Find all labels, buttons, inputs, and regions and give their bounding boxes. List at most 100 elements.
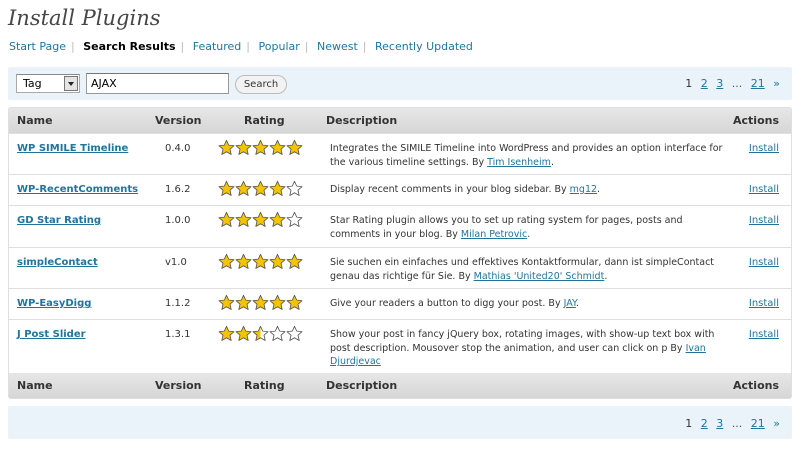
star-filled-icon [235,294,252,310]
page-dots: ... [731,77,743,90]
plugin-version: 0.4.0 [165,143,191,154]
page-current: 1 [685,417,693,430]
star-half-icon [252,325,269,341]
plugin-description: Display recent comments in your blog sid… [330,184,601,195]
column-header-rating: Rating [244,114,285,127]
star-filled-icon [269,294,286,310]
star-filled-icon [218,139,235,155]
search-type-value: Tag [23,77,42,90]
star-filled-icon [252,139,269,155]
search-input[interactable] [86,73,229,94]
star-filled-icon [218,180,235,196]
column-footer-name: Name [17,379,53,392]
star-filled-icon [252,253,269,269]
page-link-2[interactable]: 2 [701,417,708,430]
search-button[interactable]: Search [235,75,287,94]
install-link[interactable]: Install [749,329,779,340]
column-footer-rating: Rating [244,379,285,392]
star-rating [218,325,303,342]
star-empty-icon [286,180,303,196]
star-rating [218,211,303,228]
star-filled-icon [252,294,269,310]
star-filled-icon [218,211,235,227]
star-filled-icon [252,180,269,196]
plugin-author-link[interactable]: Milan Petrovic [461,229,527,240]
star-filled-icon [269,253,286,269]
subnav-popular[interactable]: Popular [259,40,300,53]
star-filled-icon [218,253,235,269]
table-row: WP-EasyDigg 1.1.2 Give your readers a bu… [9,288,791,319]
star-filled-icon [235,253,252,269]
star-filled-icon [218,325,235,341]
install-link[interactable]: Install [749,215,779,226]
subnav-search-results[interactable]: Search Results [83,40,175,53]
pagination-top: 1 2 3 ... 21 » [680,77,780,90]
star-rating [218,180,303,197]
plugin-name-link[interactable]: J Post Slider [17,329,86,340]
plugin-author-link[interactable]: Mathias 'United20' Schmidt [474,271,605,282]
table-row: WP-RecentComments 1.6.2 Display recent c… [9,174,791,205]
subnav-featured[interactable]: Featured [193,40,242,53]
install-link[interactable]: Install [749,257,779,268]
table-row: GD Star Rating 1.0.0 Star Rating plugin … [9,205,791,247]
subnav-separator: | [71,40,75,53]
plugin-description: Show your post in fancy jQuery box, rota… [330,329,715,367]
plugin-name-link[interactable]: simpleContact [17,257,98,268]
page-link-3[interactable]: 3 [716,77,723,90]
subnav-separator: | [304,40,309,53]
plugin-version: v1.0 [165,257,187,268]
star-rating [218,294,303,311]
star-filled-icon [235,211,252,227]
plugin-subnav: Start Page | Search Results | Featured | Po… [9,40,473,53]
plugin-author-link[interactable]: mg12 [570,184,597,195]
page-link-last[interactable]: 21 [751,417,765,430]
star-filled-icon [286,253,303,269]
page-link-last[interactable]: 21 [751,77,765,90]
column-footer-description: Description [326,379,398,392]
star-rating [218,253,303,270]
plugin-author-link[interactable]: JAY [564,298,576,309]
subnav-recently-updated[interactable]: Recently Updated [375,40,473,53]
plugin-version: 1.0.0 [165,215,191,226]
subnav-separator: | [362,40,367,53]
plugin-description: Give your readers a button to digg your … [330,298,579,309]
star-empty-icon [286,325,303,341]
plugin-author-link[interactable]: Tim Isenheim [487,157,551,168]
install-link[interactable]: Install [749,184,779,195]
plugin-name-link[interactable]: GD Star Rating [17,215,101,226]
star-filled-icon [252,211,269,227]
column-header-actions: Actions [733,114,779,127]
table-row: WP SIMILE Timeline 0.4.0 Integrates the … [9,133,791,174]
plugin-name-link[interactable]: WP-EasyDigg [17,298,91,309]
star-filled-icon [269,139,286,155]
page-next-link[interactable]: » [773,417,780,430]
install-link[interactable]: Install [749,298,779,309]
column-header-version: Version [155,114,202,127]
table-row: simpleContact v1.0 Sie suchen ein einfac… [9,247,791,288]
page-link-2[interactable]: 2 [701,77,708,90]
column-footer-actions: Actions [733,379,779,392]
plugin-name-link[interactable]: WP SIMILE Timeline [17,143,128,154]
column-footer-version: Version [155,379,202,392]
table-footer: Name Version Rating Description Actions [9,373,791,398]
column-header-name: Name [17,114,53,127]
tablenav-top: Tag Search 1 2 3 ... 21 » [8,67,792,100]
plugin-version: 1.6.2 [165,184,191,195]
page-next-link[interactable]: » [773,77,780,90]
table-header: Name Version Rating Description Actions [9,108,791,133]
plugin-name-link[interactable]: WP-RecentComments [17,184,138,195]
star-filled-icon [269,180,286,196]
subnav-start-page[interactable]: Start Page [9,40,66,53]
subnav-newest[interactable]: Newest [317,40,358,53]
page-link-3[interactable]: 3 [716,417,723,430]
star-filled-icon [235,325,252,341]
search-type-select[interactable]: Tag [16,74,80,93]
plugin-version: 1.1.2 [165,298,191,309]
star-filled-icon [235,180,252,196]
page-current: 1 [685,77,693,90]
column-header-description: Description [326,114,398,127]
table-row: J Post Slider 1.3.1 Show your post in fa… [9,319,791,373]
star-empty-icon [286,211,303,227]
chevron-down-icon[interactable] [64,76,78,91]
install-link[interactable]: Install [749,143,779,154]
